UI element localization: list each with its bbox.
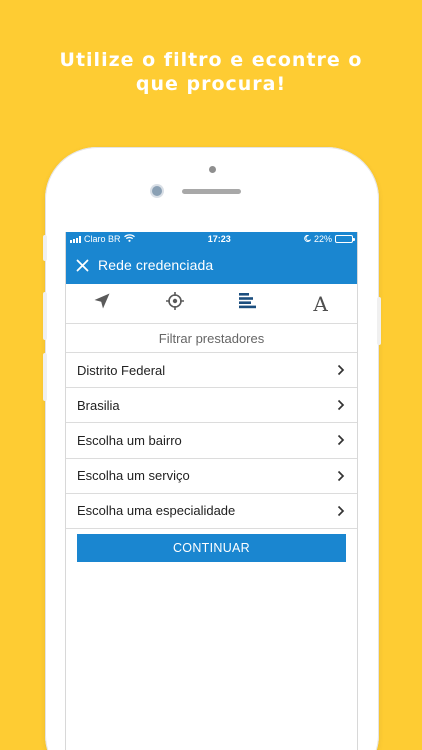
location-arrow-icon — [93, 292, 111, 315]
continue-button-wrap: CONTINUAR — [66, 529, 357, 562]
continue-button[interactable]: CONTINUAR — [77, 533, 346, 562]
chevron-right-icon — [337, 399, 345, 411]
moon-icon — [304, 234, 311, 244]
promo-headline-line1: Utilize o filtro e econtre o — [59, 49, 363, 71]
filter-item-label: Distrito Federal — [77, 362, 166, 378]
carrier-label: Claro BR — [84, 234, 121, 244]
status-bar: Claro BR 17:23 22% — [66, 232, 357, 246]
filter-item-city[interactable]: Brasilia — [66, 388, 357, 424]
filter-item-label: Escolha um serviço — [77, 468, 190, 484]
tool-location[interactable] — [66, 284, 139, 323]
tool-font-size[interactable]: A — [284, 284, 357, 323]
app-header: Claro BR 17:23 22% Rede credenciada — [66, 232, 357, 284]
chevron-right-icon — [337, 505, 345, 517]
filter-item-neighborhood[interactable]: Escolha um bairro — [66, 423, 357, 459]
battery-percentage: 22% — [313, 234, 332, 244]
filter-item-service[interactable]: Escolha um serviço — [66, 459, 357, 494]
phone-camera — [152, 186, 162, 196]
page-title: Rede credenciada — [98, 257, 214, 273]
tool-crosshair[interactable] — [139, 284, 212, 323]
promo-headline-line2: que procura! — [135, 73, 287, 95]
list-filter-icon — [238, 292, 258, 315]
phone-sensor-dot — [209, 166, 216, 173]
status-time: 17:23 — [207, 234, 231, 244]
nav-bar: Rede credenciada — [66, 246, 357, 284]
filter-item-state[interactable]: Distrito Federal — [66, 353, 357, 389]
filter-list: Distrito Federal Brasilia Escolha um bai… — [66, 352, 357, 529]
phone-speaker-grille — [182, 189, 241, 194]
font-size-icon: A — [313, 291, 328, 316]
promo-headline: Utilize o filtro e econtre o que procura… — [0, 48, 422, 96]
crosshair-icon — [165, 291, 185, 316]
status-right: 22% — [304, 234, 355, 244]
filter-item-label: Brasilia — [77, 397, 120, 413]
view-toolbar: A — [66, 284, 357, 324]
signal-icon — [70, 235, 81, 243]
phone-side-button-power — [377, 297, 381, 345]
app-screen: Claro BR 17:23 22% Rede credenciada A Fi… — [65, 232, 358, 750]
phone-side-button-volume-up — [43, 292, 47, 340]
tool-list-filter[interactable] — [212, 284, 285, 323]
filter-item-label: Escolha um bairro — [77, 432, 182, 448]
filter-section-title: Filtrar prestadores — [158, 331, 265, 346]
filter-item-label: Escolha uma especialidade — [77, 503, 236, 519]
wifi-icon — [123, 234, 135, 244]
close-icon[interactable] — [76, 259, 89, 272]
battery-icon — [335, 235, 355, 243]
status-left: Claro BR — [70, 234, 135, 244]
chevron-right-icon — [337, 434, 345, 446]
chevron-right-icon — [337, 470, 345, 482]
phone-side-button-mute — [43, 235, 47, 261]
phone-side-button-volume-down — [43, 353, 47, 401]
chevron-right-icon — [337, 364, 345, 376]
filter-item-specialty[interactable]: Escolha uma especialidade — [66, 494, 357, 529]
